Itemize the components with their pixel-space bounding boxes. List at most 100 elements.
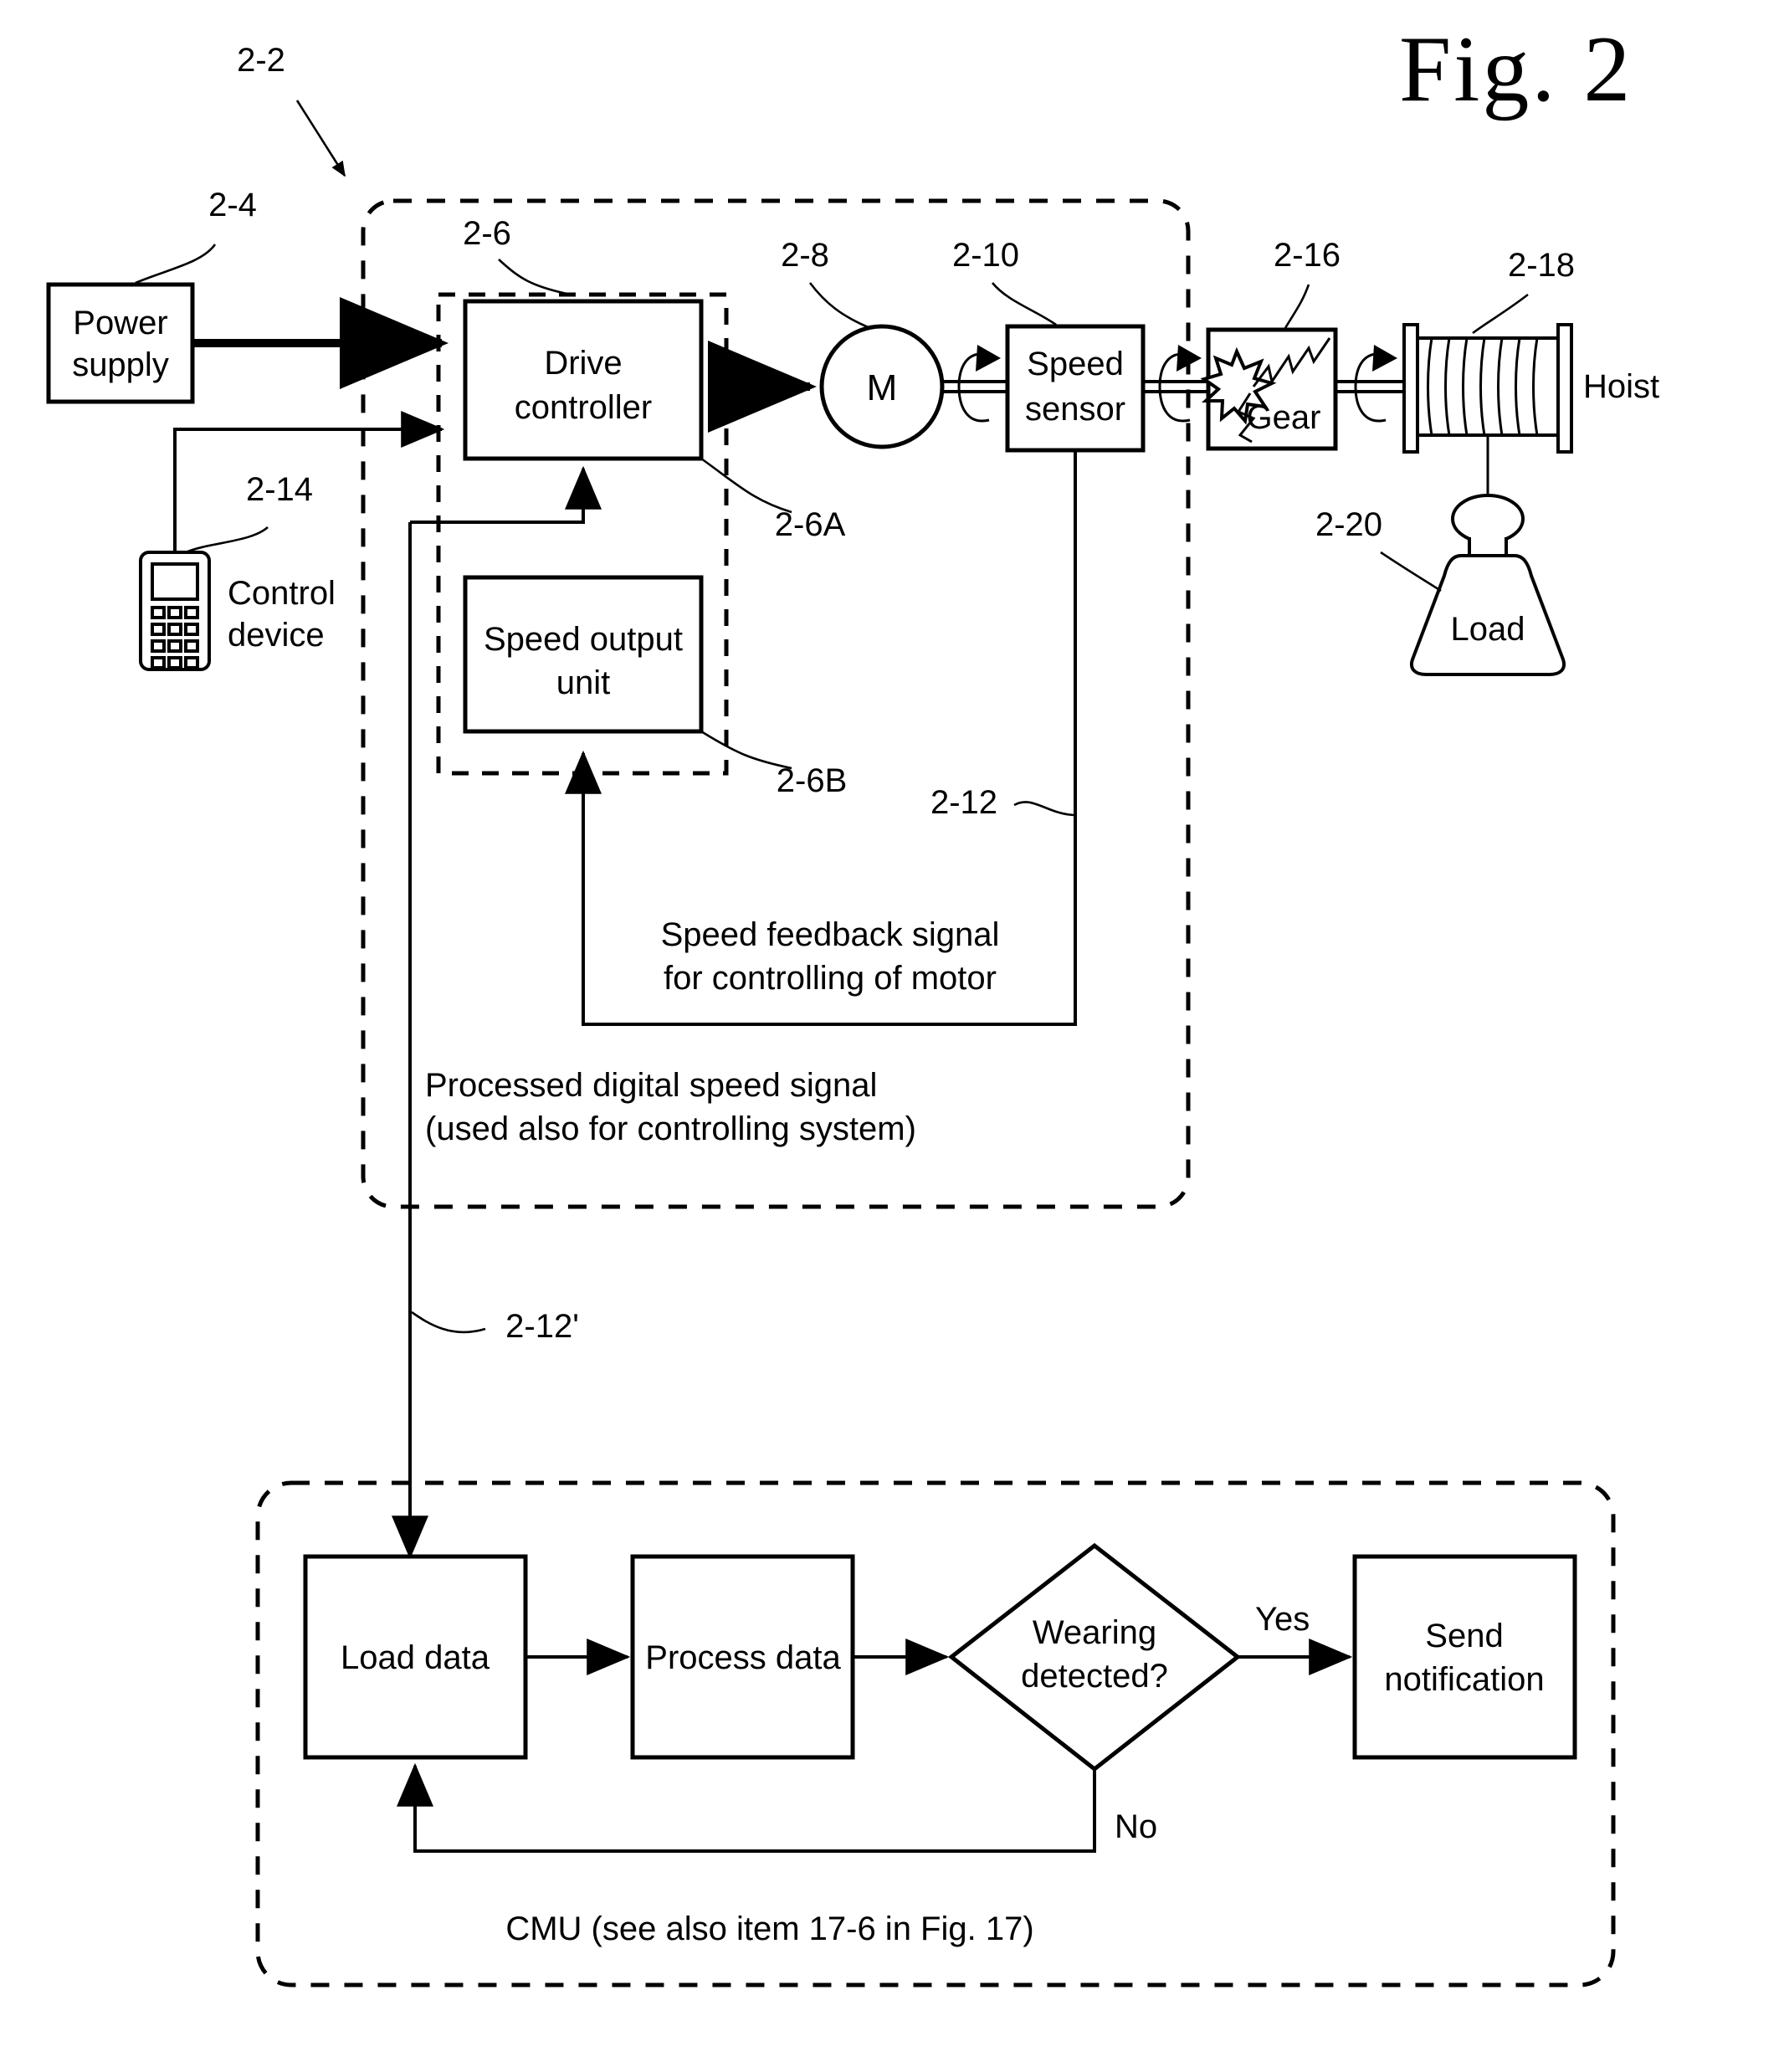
ref-2-14: 2-14 bbox=[185, 471, 313, 554]
speed-feedback-note: Speed feedback signal for controlling of… bbox=[661, 916, 1000, 997]
send-notification-block: Send notification bbox=[1352, 1554, 1577, 1760]
process-data-label: Process data bbox=[645, 1639, 841, 1676]
processed-signal-note: Processed digital speed signal (used als… bbox=[425, 1067, 916, 1147]
branch-label-yes: Yes bbox=[1255, 1601, 1310, 1638]
speed-sensor-label-line1: Speed bbox=[1027, 346, 1124, 382]
load-hook-ring bbox=[1451, 494, 1525, 544]
power-supply-box bbox=[46, 282, 195, 404]
ref-2-18-leader bbox=[1472, 293, 1529, 335]
hoist-flange-right bbox=[1556, 323, 1573, 454]
control-device-label-line2: device bbox=[228, 617, 325, 654]
load-label: Load bbox=[1451, 611, 1525, 648]
cmu-caption: CMU (see also item 17-6 in Fig. 17) bbox=[505, 1910, 1033, 1947]
control-device-key bbox=[151, 639, 166, 653]
ref-2-8: 2-8 bbox=[781, 237, 871, 330]
ref-2-12-prime: 2-12' bbox=[411, 1308, 579, 1345]
ref-2-20: 2-20 bbox=[1315, 506, 1442, 592]
control-device-block: Control device bbox=[139, 551, 336, 671]
control-device-key bbox=[151, 606, 166, 619]
control-device-key bbox=[184, 623, 199, 636]
ref-2-12-prime-text: 2-12' bbox=[505, 1308, 579, 1345]
ref-2-16-leader bbox=[1284, 284, 1310, 329]
ref-2-18-text: 2-18 bbox=[1508, 247, 1575, 284]
gear-block: Gear bbox=[1200, 327, 1338, 451]
ref-2-2-leader bbox=[295, 100, 346, 177]
ref-2-8-leader bbox=[808, 282, 871, 330]
ref-2-16: 2-16 bbox=[1274, 237, 1341, 329]
figure-title: Fig. 2 bbox=[1399, 18, 1630, 121]
send-notification-box bbox=[1352, 1554, 1577, 1760]
drive-controller-block: Drive controller bbox=[463, 299, 704, 461]
ref-2-6A-text: 2-6A bbox=[775, 506, 846, 543]
control-device-key bbox=[151, 656, 166, 669]
hoist-drum-body bbox=[1416, 336, 1560, 437]
ref-2-12-leader bbox=[1013, 801, 1074, 817]
ref-2-18: 2-18 bbox=[1472, 247, 1575, 335]
control-device-label-line1: Control bbox=[228, 575, 336, 612]
ref-2-12-text: 2-12 bbox=[930, 784, 997, 821]
control-device-key bbox=[151, 623, 166, 636]
hoist-label: Hoist bbox=[1583, 368, 1659, 405]
shaft-motor-to-sensor bbox=[942, 380, 1007, 393]
speed-feedback-note-line2: for controlling of motor bbox=[664, 960, 997, 997]
control-device-key bbox=[184, 639, 199, 653]
load-neck bbox=[1468, 537, 1508, 557]
load-data-label: Load data bbox=[341, 1639, 490, 1676]
ref-2-8-text: 2-8 bbox=[781, 237, 829, 274]
load-data-block: Load data bbox=[303, 1554, 528, 1760]
drive-controller-label-line2: controller bbox=[515, 389, 653, 426]
control-device-key bbox=[167, 639, 182, 653]
hoist-flange-left bbox=[1402, 323, 1419, 454]
control-device-key bbox=[167, 656, 182, 669]
ref-2-12-prime-leader bbox=[411, 1310, 486, 1334]
ref-2-12: 2-12 bbox=[930, 784, 1074, 821]
ref-2-10: 2-10 bbox=[952, 237, 1057, 326]
ref-2-2: 2-2 bbox=[237, 42, 346, 177]
ref-2-6A: 2-6A bbox=[700, 457, 846, 543]
control-device-key bbox=[167, 606, 182, 619]
ref-2-6A-leader bbox=[700, 457, 792, 514]
motor-label: M bbox=[867, 367, 898, 408]
branch-label-no: No bbox=[1115, 1808, 1157, 1845]
no-branch-loop-wire bbox=[397, 1762, 1096, 1853]
control-device-key bbox=[184, 606, 199, 619]
send-notification-label-line2: notification bbox=[1384, 1661, 1544, 1698]
ref-2-6-text: 2-6 bbox=[463, 215, 511, 252]
ref-2-2-text: 2-2 bbox=[237, 42, 285, 79]
ref-2-20-text: 2-20 bbox=[1315, 506, 1382, 543]
control-device-key bbox=[184, 656, 199, 669]
motor-block: M bbox=[819, 324, 945, 449]
ref-2-4-text: 2-4 bbox=[208, 187, 257, 223]
power-supply-block: Power supply bbox=[46, 282, 195, 404]
shaft-gear-to-hoist bbox=[1335, 380, 1404, 393]
ref-2-16-text: 2-16 bbox=[1274, 237, 1341, 274]
ref-2-4-leader bbox=[135, 244, 217, 285]
speed-output-unit-block: Speed output unit bbox=[463, 575, 704, 734]
send-notification-label-line1: Send bbox=[1425, 1618, 1503, 1654]
ref-2-14-leader bbox=[185, 526, 269, 554]
shaft-sensor-to-gear bbox=[1143, 380, 1208, 393]
wearing-decision-label-line2: detected? bbox=[1021, 1658, 1168, 1695]
wearing-decision-block: Wearing detected? bbox=[947, 1542, 1242, 1772]
speed-sensor-label-line2: sensor bbox=[1025, 391, 1125, 428]
ref-2-6: 2-6 bbox=[463, 215, 572, 296]
speed-output-unit-label-line1: Speed output bbox=[484, 621, 683, 658]
speed-sensor-block: Speed sensor bbox=[1005, 324, 1146, 453]
speed-feedback-note-line1: Speed feedback signal bbox=[661, 916, 1000, 953]
ref-2-20-leader bbox=[1380, 551, 1442, 592]
drive-controller-label-line1: Drive bbox=[544, 345, 622, 382]
hoist-block: Hoist bbox=[1402, 323, 1659, 454]
speed-output-unit-label-line2: unit bbox=[556, 664, 611, 701]
ref-2-10-leader bbox=[991, 282, 1057, 326]
power-supply-label-line1: Power bbox=[73, 305, 167, 341]
control-device-screen bbox=[151, 562, 199, 601]
power-supply-label-line2: supply bbox=[72, 346, 169, 383]
processed-signal-note-line1: Processed digital speed signal bbox=[425, 1067, 877, 1104]
speed-output-to-drive-wire bbox=[410, 465, 602, 524]
wearing-decision-label-line1: Wearing bbox=[1033, 1614, 1156, 1651]
control-device-key bbox=[167, 623, 182, 636]
gear-label: Gear bbox=[1247, 399, 1321, 436]
diagram-canvas: Fig. 2 2-2 Power supply 2-4 Control devi… bbox=[46, 18, 1659, 1987]
ref-2-10-text: 2-10 bbox=[952, 237, 1019, 274]
ref-2-6-leader bbox=[498, 259, 572, 296]
